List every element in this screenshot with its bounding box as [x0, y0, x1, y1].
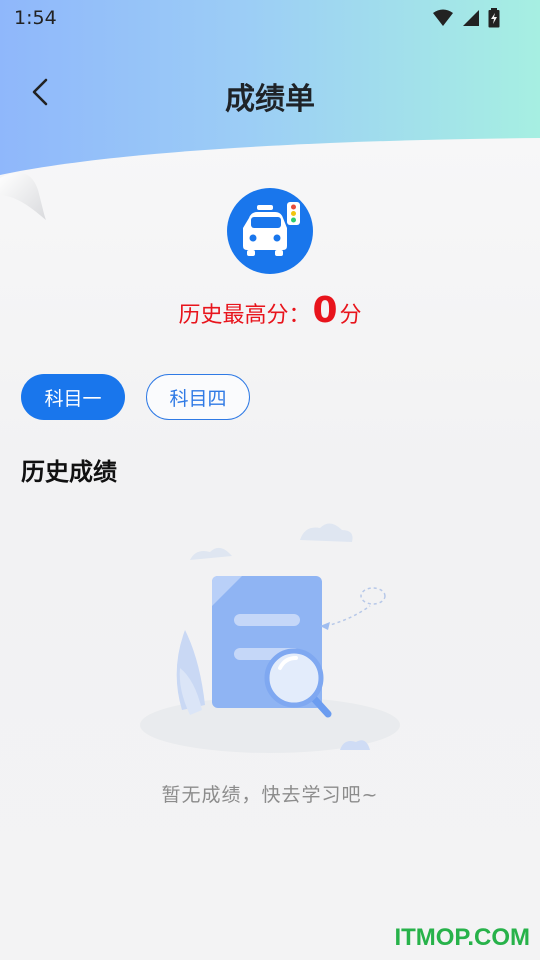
best-score-value: 0 — [312, 290, 338, 331]
battery-icon — [488, 8, 500, 28]
wifi-icon — [433, 9, 453, 26]
tab-subject-4[interactable]: 科目四 — [146, 374, 250, 420]
subject-tabs: 科目一 科目四 — [21, 374, 250, 420]
car-traffic-light-icon — [243, 202, 300, 256]
page-title: 成绩单 — [225, 82, 315, 117]
status-icons — [432, 8, 500, 28]
history-section-title: 历史成绩 — [21, 458, 117, 486]
best-score: 历史最高分：0分 — [0, 290, 540, 331]
best-score-label: 历史最高分： — [178, 303, 311, 328]
best-score-unit: 分 — [339, 303, 362, 328]
nav-bar: 成绩单 — [0, 60, 540, 124]
tab-subject-1[interactable]: 科目一 — [21, 374, 125, 420]
status-time: 1:54 — [14, 7, 57, 29]
empty-state-message: 暂无成绩，快去学习吧~ — [161, 784, 379, 806]
status-bar: 1:54 — [0, 0, 540, 36]
empty-document-search-illustration — [140, 523, 400, 753]
signal-icon — [463, 10, 479, 26]
watermark: ITMOP.COM — [394, 924, 530, 951]
avatar — [227, 188, 313, 274]
